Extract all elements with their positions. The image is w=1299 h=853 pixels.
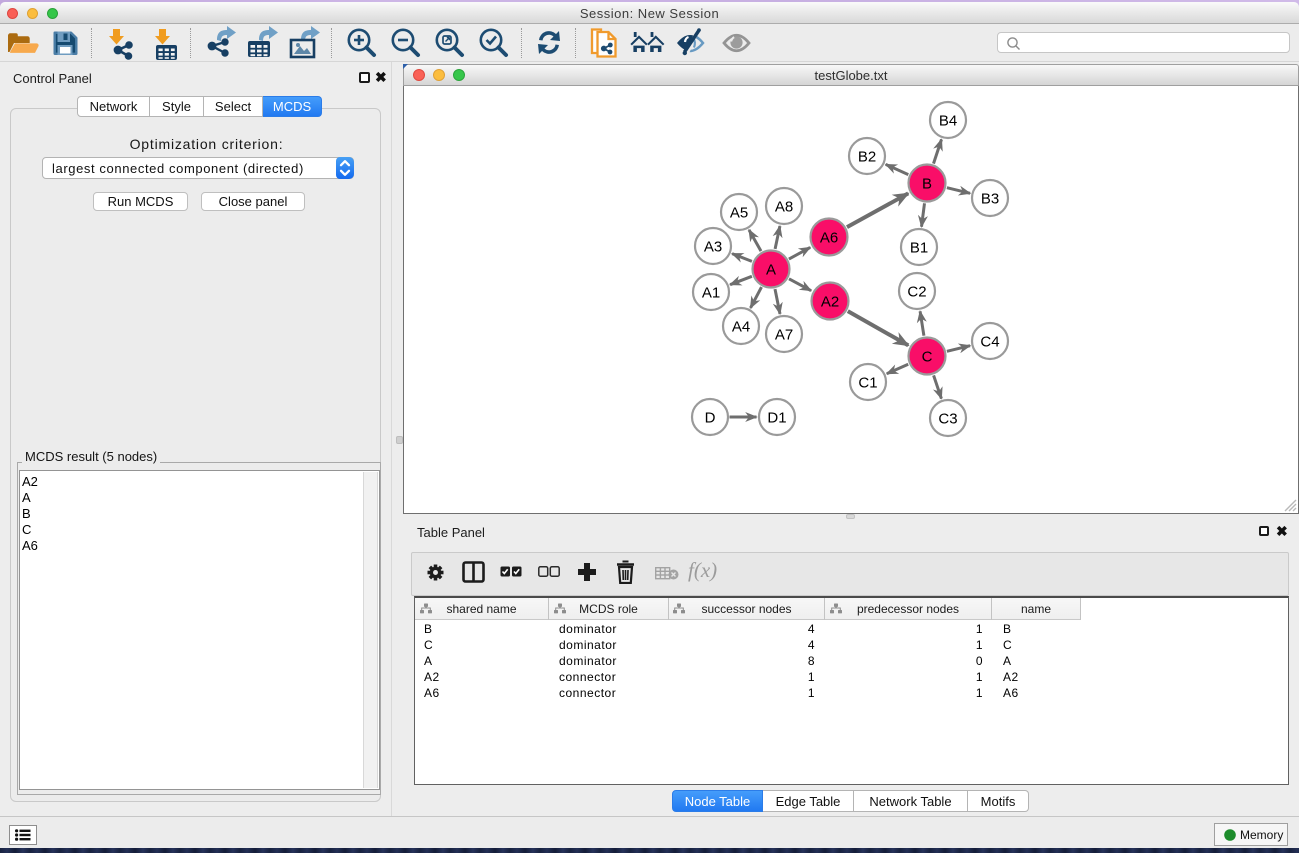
svg-text:C4: C4 <box>980 334 999 351</box>
svg-text:D1: D1 <box>767 410 786 427</box>
svg-text:A4: A4 <box>732 319 750 336</box>
svg-text:B3: B3 <box>981 191 999 208</box>
svg-text:B1: B1 <box>910 240 928 257</box>
svg-text:B2: B2 <box>858 149 876 166</box>
svg-text:A5: A5 <box>730 205 748 222</box>
svg-text:B4: B4 <box>939 113 957 130</box>
svg-text:C2: C2 <box>907 284 926 301</box>
svg-text:A2: A2 <box>821 294 839 311</box>
svg-text:B: B <box>922 176 932 193</box>
svg-text:A1: A1 <box>702 285 720 302</box>
svg-text:A: A <box>766 262 776 279</box>
svg-text:C: C <box>922 349 933 366</box>
svg-text:C1: C1 <box>858 375 877 392</box>
svg-text:C3: C3 <box>938 411 957 428</box>
svg-text:A8: A8 <box>775 199 793 216</box>
svg-text:A7: A7 <box>775 327 793 344</box>
svg-text:D: D <box>705 410 716 427</box>
svg-text:A6: A6 <box>820 230 838 247</box>
svg-text:A3: A3 <box>704 239 722 256</box>
